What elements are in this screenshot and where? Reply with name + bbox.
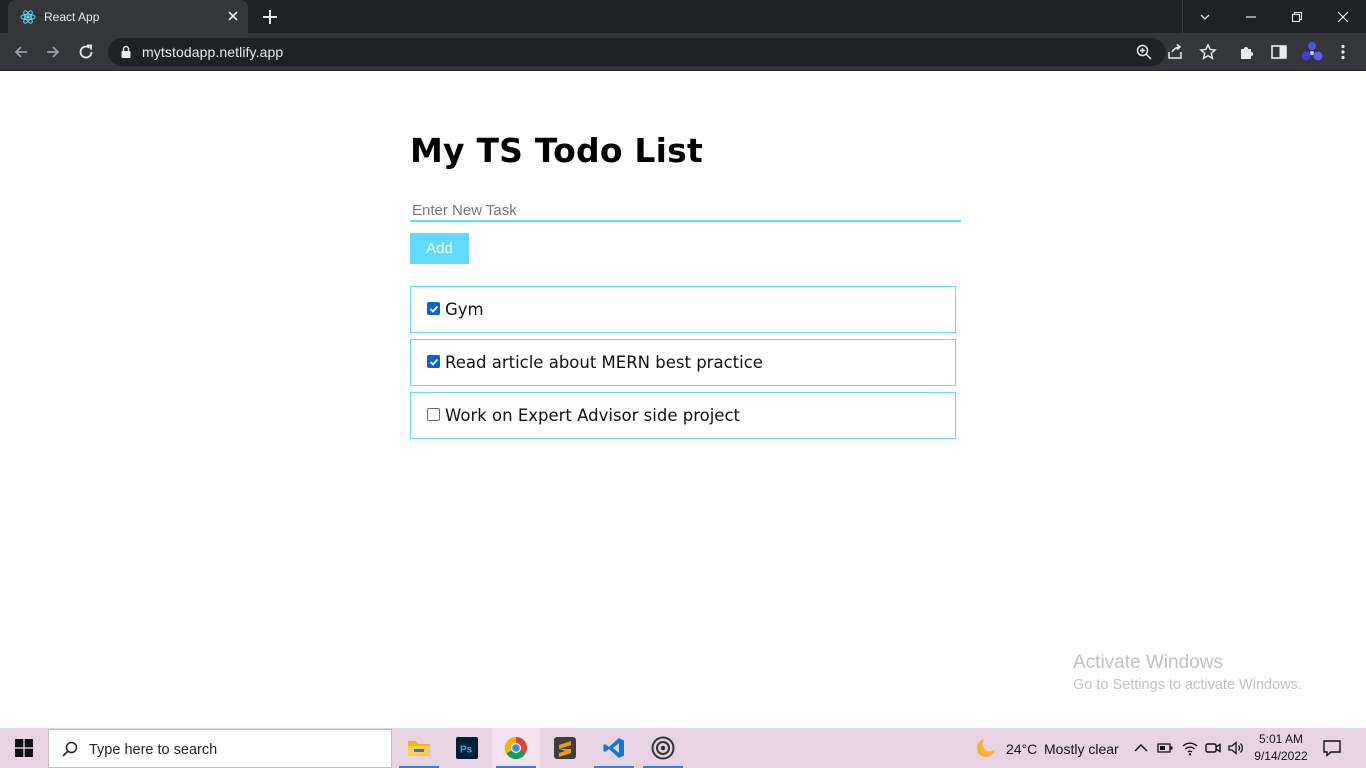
sublime-text-icon	[554, 737, 576, 759]
taskbar-app-chrome[interactable]	[492, 728, 540, 768]
browser-toolbar: mytstodapp.netlify.app	[0, 33, 1366, 71]
url-text: mytstodapp.netlify.app	[142, 44, 284, 60]
taskbar-search-box[interactable]: Type here to search	[48, 729, 392, 768]
svg-text:Ps: Ps	[460, 745, 473, 756]
add-task-button[interactable]: Add	[410, 233, 469, 264]
watermark-subtitle: Go to Settings to activate Windows.	[1073, 677, 1302, 693]
arrow-right-icon	[47, 46, 60, 58]
chevron-down-icon	[1200, 14, 1210, 20]
todo-checkbox[interactable]	[427, 302, 440, 315]
windows-logo-icon	[15, 739, 33, 757]
reload-button[interactable]	[75, 41, 97, 63]
taskbar-app-file-explorer[interactable]	[395, 728, 443, 768]
meet-now-icon[interactable]	[1204, 739, 1222, 757]
reload-icon	[79, 44, 93, 59]
clock-date: 9/14/2022	[1254, 749, 1308, 763]
chrome-icon	[505, 737, 527, 759]
share-icon[interactable]	[1166, 43, 1184, 61]
todo-item[interactable]: Work on Expert Advisor side project	[410, 392, 956, 439]
tab-title: React App	[44, 10, 100, 24]
zoom-icon[interactable]	[1135, 43, 1153, 61]
close-icon[interactable]	[226, 9, 240, 23]
minimize-icon	[1246, 15, 1256, 18]
bookmark-star-icon[interactable]	[1199, 43, 1217, 61]
address-bar[interactable]: mytstodapp.netlify.app	[108, 38, 1166, 66]
todo-checkbox[interactable]	[427, 355, 440, 368]
checkmark-icon	[429, 305, 439, 313]
profile-avatar-icon[interactable]	[1300, 41, 1324, 63]
taskbar-app-photoshop[interactable]: Ps	[443, 728, 491, 768]
browser-tab[interactable]: React App	[8, 0, 248, 33]
taskbar-app-obs-studio[interactable]	[639, 728, 687, 768]
notification-icon[interactable]	[1322, 738, 1342, 758]
new-task-input[interactable]	[410, 200, 961, 222]
weather-temperature[interactable]: 24°C	[1006, 740, 1037, 758]
activate-windows-watermark: Activate Windows Go to Settings to activ…	[1073, 651, 1302, 694]
extensions-puzzle-icon[interactable]	[1238, 43, 1256, 61]
wifi-icon[interactable]	[1181, 739, 1199, 757]
chevron-up-icon[interactable]	[1132, 739, 1150, 757]
todo-item[interactable]: Read article about MERN best practice	[410, 339, 956, 386]
todo-text: Work on Expert Advisor side project	[445, 406, 740, 425]
folder-icon	[408, 741, 430, 756]
todo-checkbox[interactable]	[427, 408, 440, 421]
todo-text: Gym	[445, 300, 484, 319]
volume-icon[interactable]	[1227, 739, 1245, 757]
minimize-button[interactable]	[1228, 0, 1274, 33]
moon-weather-icon[interactable]	[975, 737, 997, 759]
taskbar-app-vs-code[interactable]	[590, 728, 638, 768]
search-icon	[62, 741, 78, 757]
browser-tab-bar: React App	[0, 0, 1366, 33]
close-window-button[interactable]	[1320, 0, 1366, 33]
system-clock[interactable]: 5:01 AM 9/14/2022	[1248, 731, 1314, 765]
lock-icon	[121, 45, 131, 58]
taskbar-app-sublime-text[interactable]	[541, 728, 589, 768]
forward-button[interactable]	[42, 41, 64, 63]
battery-icon[interactable]	[1156, 739, 1174, 757]
react-logo-icon	[20, 10, 36, 24]
todo-item[interactable]: Gym	[410, 286, 956, 333]
photoshop-icon: Ps	[456, 737, 478, 759]
start-button[interactable]	[0, 728, 48, 768]
back-button[interactable]	[10, 41, 32, 63]
close-icon	[1337, 11, 1349, 22]
checkmark-icon	[429, 358, 439, 366]
tab-search-button[interactable]	[1182, 0, 1228, 33]
obs-studio-icon	[651, 736, 675, 760]
clock-time: 5:01 AM	[1258, 732, 1304, 746]
search-placeholder: Type here to search	[89, 742, 218, 758]
restore-button[interactable]	[1274, 0, 1320, 33]
page-title: My TS Todo List	[410, 131, 703, 170]
watermark-title: Activate Windows	[1073, 652, 1223, 673]
todo-text: Read article about MERN best practice	[445, 353, 763, 372]
new-tab-icon[interactable]	[258, 6, 282, 28]
vs-code-icon	[603, 738, 624, 758]
windows-taskbar: Type here to search Ps 24°C Mostly clear	[0, 728, 1366, 768]
arrow-left-icon	[14, 46, 27, 58]
kebab-menu-icon[interactable]	[1334, 43, 1352, 61]
restore-icon	[1291, 11, 1303, 22]
weather-description[interactable]: Mostly clear	[1044, 740, 1119, 758]
side-panel-icon[interactable]	[1270, 43, 1288, 61]
